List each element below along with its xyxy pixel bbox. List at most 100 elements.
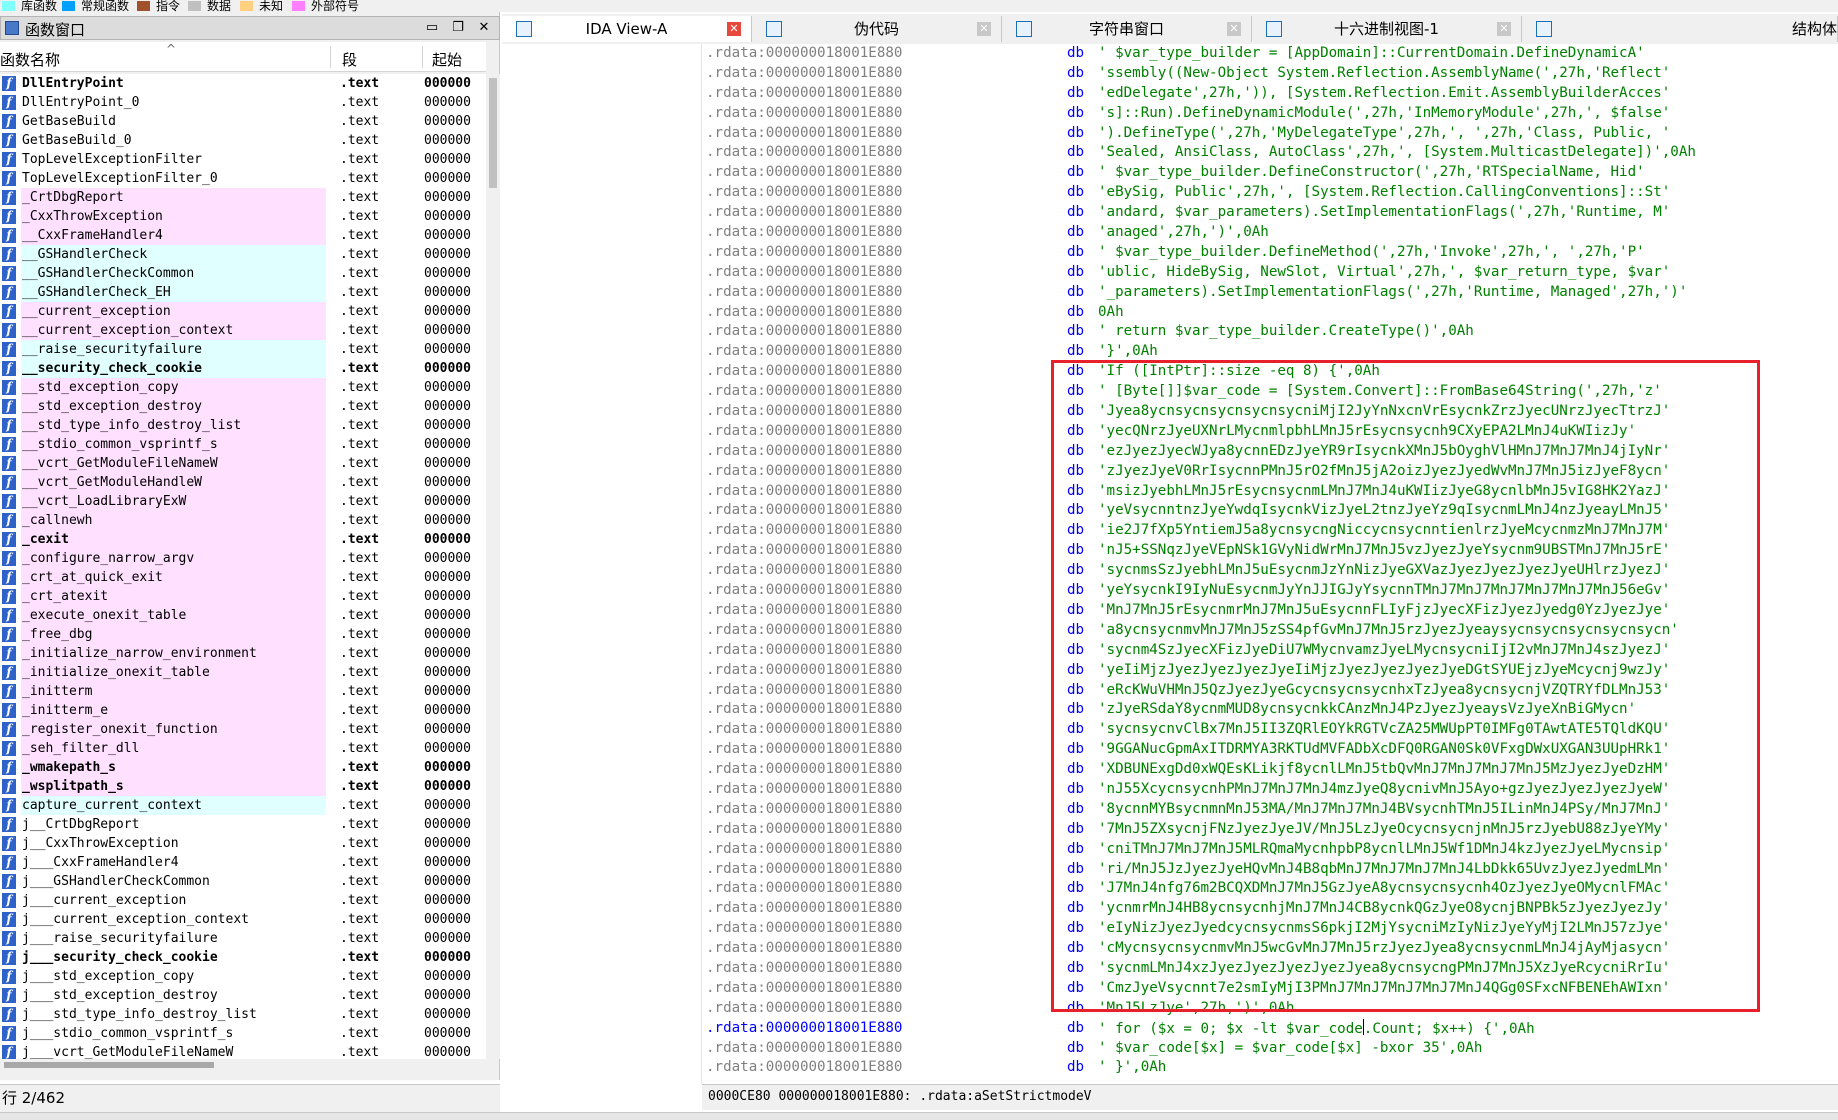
- listing-line[interactable]: .rdata:000000018001E880 db 'J7MnJ4nfg76m2B…: [702, 879, 1838, 899]
- listing-line[interactable]: .rdata:000000018001E880 db 'andard, $var_p…: [702, 203, 1838, 223]
- listing-line[interactable]: .rdata:000000018001E880 db 'cniTMnJ7MnJ7Mn…: [702, 840, 1838, 860]
- listing-line[interactable]: .rdata:000000018001E880 db ' for ($x = 0; …: [702, 1018, 1838, 1039]
- listing-line[interactable]: .rdata:000000018001E880 db 'yeIiMjzJyezJye…: [702, 661, 1838, 681]
- function-row[interactable]: f j___current_exception .text 000000: [0, 891, 486, 910]
- function-row[interactable]: f _initterm_e .text 000000: [0, 701, 486, 720]
- listing-line[interactable]: .rdata:000000018001E880 db 'ssembly((New-O…: [702, 64, 1838, 84]
- column-divider[interactable]: [330, 46, 331, 68]
- listing-line[interactable]: .rdata:000000018001E880 db 'ezJyezJyecWJya…: [702, 442, 1838, 462]
- listing-line[interactable]: .rdata:000000018001E880 db 'nJ55Xcycnsycnh…: [702, 780, 1838, 800]
- function-row[interactable]: f j__CrtDbgReport .text 000000: [0, 815, 486, 834]
- listing-line[interactable]: .rdata:000000018001E880 db 'ri/MnJ5JzJyezJ…: [702, 860, 1838, 880]
- listing-line[interactable]: .rdata:000000018001E880 db '7MnJ5ZXsycnjFN…: [702, 820, 1838, 840]
- function-row[interactable]: f capture_current_context .text 000000: [0, 796, 486, 815]
- tab[interactable]: 十六进制视图-1 ✕: [1252, 16, 1522, 42]
- listing-line[interactable]: .rdata:000000018001E880 db 'yeYsycnkI9IyNu…: [702, 581, 1838, 601]
- functions-window-titlebar[interactable]: 函数窗口 ▭ ❐ ✕: [0, 16, 500, 40]
- tab-close-icon[interactable]: ✕: [727, 22, 741, 36]
- listing-line[interactable]: .rdata:000000018001E880 db ' $var_type_bui…: [702, 243, 1838, 263]
- listing-line[interactable]: .rdata:000000018001E880 db 's]::Run).Defin…: [702, 104, 1838, 124]
- tab-close-icon[interactable]: ✕: [977, 22, 991, 36]
- listing-line[interactable]: .rdata:000000018001E880 db 'MnJ5LzJye',27h…: [702, 999, 1838, 1019]
- function-row[interactable]: f DllEntryPoint_0 .text 000000: [0, 93, 486, 112]
- column-header-segment[interactable]: 段: [342, 49, 357, 70]
- function-row[interactable]: f j___raise_securityfailure .text 000000: [0, 929, 486, 948]
- listing-line[interactable]: .rdata:000000018001E880 db 'CmzJyeVsycnnt7…: [702, 979, 1838, 999]
- listing-line[interactable]: .rdata:000000018001E880 db '9GGANucGpmAxIT…: [702, 740, 1838, 760]
- function-row[interactable]: f j___std_exception_copy .text 000000: [0, 967, 486, 986]
- listing-line[interactable]: .rdata:000000018001E880 db 'msizJyebhLMnJ5…: [702, 482, 1838, 502]
- listing-line[interactable]: .rdata:000000018001E880 db 'Jyea8ycnsycnsy…: [702, 402, 1838, 422]
- listing-line[interactable]: .rdata:000000018001E880 db 'ie2J7fXp5Yntie…: [702, 521, 1838, 541]
- listing-line[interactable]: .rdata:000000018001E880 db '}',0Ah: [702, 342, 1838, 362]
- listing-line[interactable]: .rdata:000000018001E880 db 0Ah: [702, 303, 1838, 323]
- restore-icon[interactable]: ❐: [449, 19, 467, 37]
- function-row[interactable]: f GetBaseBuild .text 000000: [0, 112, 486, 131]
- function-row[interactable]: f _CrtDbgReport .text 000000: [0, 188, 486, 207]
- function-row[interactable]: f j___current_exception_context .text 00000…: [0, 910, 486, 929]
- function-row[interactable]: f _free_dbg .text 000000: [0, 625, 486, 644]
- tab[interactable]: 字符串窗口 ✕: [1002, 16, 1252, 42]
- function-row[interactable]: f __std_exception_destroy .text 000000: [0, 397, 486, 416]
- listing-line[interactable]: .rdata:000000018001E880 db '8ycnnMYBsycnmn…: [702, 800, 1838, 820]
- listing-line[interactable]: .rdata:000000018001E880 db 'sycnm4SzJyecXF…: [702, 641, 1838, 661]
- tab-close-icon[interactable]: ✕: [1227, 22, 1241, 36]
- tab[interactable]: IDA View-A ✕: [502, 16, 752, 42]
- function-row[interactable]: f _execute_onexit_table .text 000000: [0, 606, 486, 625]
- function-row[interactable]: f _CxxThrowException .text 000000: [0, 207, 486, 226]
- function-row[interactable]: f __vcrt_GetModuleFileNameW .text 000000: [0, 454, 486, 473]
- listing-line[interactable]: .rdata:000000018001E880 db '_parameters).S…: [702, 283, 1838, 303]
- listing-line[interactable]: .rdata:000000018001E880 db 'sycnmLMnJ4xzJy…: [702, 959, 1838, 979]
- listing-line[interactable]: .rdata:000000018001E880 db 'a8ycnsycnmvMnJ…: [702, 621, 1838, 641]
- function-row[interactable]: f __security_check_cookie .text 000000: [0, 359, 486, 378]
- function-row[interactable]: f __stdio_common_vsprintf_s .text 000000: [0, 435, 486, 454]
- listing-line[interactable]: .rdata:000000018001E880 db 'zJyezJyeV0RrIs…: [702, 462, 1838, 482]
- function-row[interactable]: f _register_onexit_function .text 000000: [0, 720, 486, 739]
- function-row[interactable]: f __std_exception_copy .text 000000: [0, 378, 486, 397]
- listing-line[interactable]: .rdata:000000018001E880 db ' $var_code[$x]…: [702, 1039, 1838, 1059]
- horizontal-scrollbar[interactable]: [0, 1060, 486, 1070]
- function-row[interactable]: f j___GSHandlerCheckCommon .text 000000: [0, 872, 486, 891]
- listing-line[interactable]: .rdata:000000018001E880 db 'ycnmrMnJ4HB8yc…: [702, 899, 1838, 919]
- function-row[interactable]: f __vcrt_LoadLibraryExW .text 000000: [0, 492, 486, 511]
- listing-line[interactable]: .rdata:000000018001E880 db 'eRcKWuVHMnJ5Qz…: [702, 681, 1838, 701]
- column-header-start[interactable]: 起始: [432, 49, 462, 70]
- function-row[interactable]: f j___stdio_common_vsprintf_s .text 000000: [0, 1024, 486, 1043]
- function-row[interactable]: f _initialize_onexit_table .text 000000: [0, 663, 486, 682]
- function-row[interactable]: f j___std_exception_destroy .text 000000: [0, 986, 486, 1005]
- listing-line[interactable]: .rdata:000000018001E880 db ' $var_type_bui…: [702, 44, 1838, 64]
- listing-line[interactable]: .rdata:000000018001E880 db 'anaged',27h,')…: [702, 223, 1838, 243]
- listing-line[interactable]: .rdata:000000018001E880 db 'sycnmsSzJyebhL…: [702, 561, 1838, 581]
- listing-line[interactable]: .rdata:000000018001E880 db 'edDelegate',27…: [702, 84, 1838, 104]
- function-row[interactable]: f __vcrt_GetModuleHandleW .text 000000: [0, 473, 486, 492]
- tab[interactable]: 结构体: [1522, 16, 1838, 42]
- function-row[interactable]: f TopLevelExceptionFilter .text 000000: [0, 150, 486, 169]
- listing-line[interactable]: .rdata:000000018001E880 db 'eBySig, Public…: [702, 183, 1838, 203]
- scrollbar-thumb[interactable]: [4, 1062, 214, 1068]
- minimize-icon[interactable]: ▭: [423, 19, 441, 37]
- listing-line[interactable]: .rdata:000000018001E880 db ').DefineType('…: [702, 124, 1838, 144]
- listing-line[interactable]: .rdata:000000018001E880 db 'nJ5+SSNqzJyeVE…: [702, 541, 1838, 561]
- function-row[interactable]: f __std_type_info_destroy_list .text 000000: [0, 416, 486, 435]
- listing-line[interactable]: .rdata:000000018001E880 db ' $var_type_bui…: [702, 163, 1838, 183]
- listing-line[interactable]: .rdata:000000018001E880 db 'If ([IntPtr]::…: [702, 362, 1838, 382]
- tab[interactable]: 伪代码 ✕: [752, 16, 1002, 42]
- function-row[interactable]: f j___vcrt_GetModuleFileNameW .text 000000: [0, 1043, 486, 1059]
- function-row[interactable]: f j__CxxThrowException .text 000000: [0, 834, 486, 853]
- function-row[interactable]: f _crt_atexit .text 000000: [0, 587, 486, 606]
- function-row[interactable]: f _wsplitpath_s .text 000000: [0, 777, 486, 796]
- tab-close-icon[interactable]: ✕: [1497, 22, 1511, 36]
- listing-line[interactable]: .rdata:000000018001E880 db 'MnJ7MnJ5rEsycn…: [702, 601, 1838, 621]
- listing-line[interactable]: .rdata:000000018001E880 db ' [Byte[]]$var_…: [702, 382, 1838, 402]
- listing-line[interactable]: .rdata:000000018001E880 db 'sycnsycnvClBx7…: [702, 720, 1838, 740]
- vertical-scrollbar[interactable]: [486, 74, 500, 1059]
- function-row[interactable]: f _wmakepath_s .text 000000: [0, 758, 486, 777]
- column-divider[interactable]: [422, 46, 423, 68]
- listing-line[interactable]: .rdata:000000018001E880 db 'ublic, HideByS…: [702, 263, 1838, 283]
- listing-line[interactable]: .rdata:000000018001E880 db ' }',0Ah: [702, 1058, 1838, 1078]
- listing-line[interactable]: .rdata:000000018001E880 db 'cMycnsycnsycnm…: [702, 939, 1838, 959]
- function-row[interactable]: f __GSHandlerCheckCommon .text 000000: [0, 264, 486, 283]
- function-row[interactable]: f __current_exception_context .text 000000: [0, 321, 486, 340]
- listing-line[interactable]: .rdata:000000018001E880 db 'yecQNrzJyeUXNr…: [702, 422, 1838, 442]
- function-row[interactable]: f GetBaseBuild_0 .text 000000: [0, 131, 486, 150]
